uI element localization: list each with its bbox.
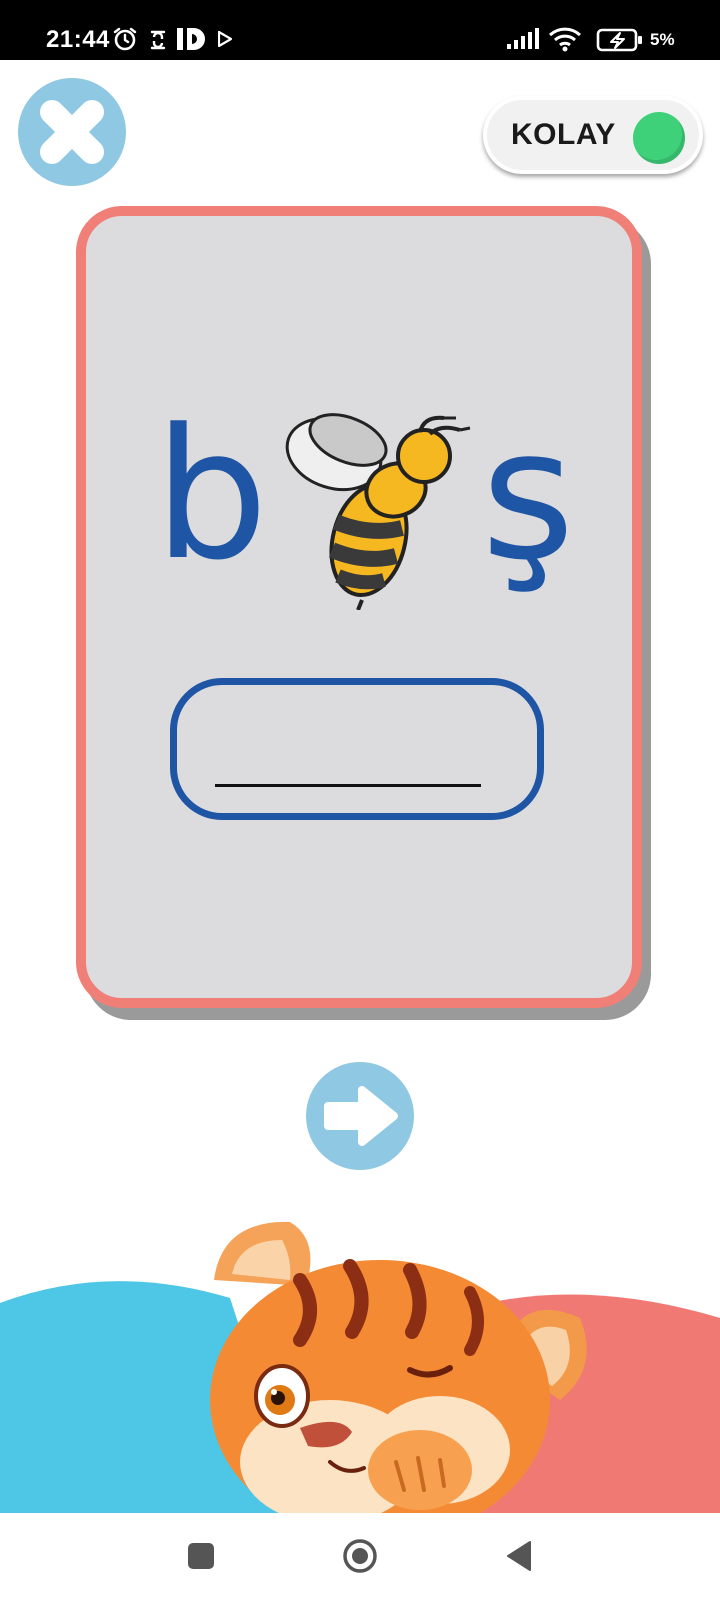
tiger-mascot (0, 1221, 720, 1513)
word-letter-s-cedilla: ş (481, 391, 575, 600)
word-card: b ş (76, 206, 642, 1008)
close-icon (40, 100, 104, 164)
id-app-icon (177, 28, 205, 50)
status-bar: 21:44 5% (0, 0, 720, 60)
next-button[interactable] (306, 1062, 414, 1170)
bee-icon (285, 413, 471, 610)
difficulty-toggle[interactable]: KOLAY (483, 96, 703, 174)
alarm-icon (113, 27, 137, 51)
difficulty-indicator (633, 112, 685, 164)
circle-home-icon[interactable] (335, 1531, 385, 1581)
battery-percent: 5% (650, 30, 675, 49)
arrow-right-icon (324, 1086, 398, 1146)
navigation-bar (0, 1513, 720, 1600)
wifi-icon (548, 27, 582, 52)
battery-charging-icon (596, 28, 642, 52)
close-button[interactable] (18, 78, 126, 186)
answer-underline (215, 784, 481, 787)
signal-icon (507, 28, 539, 49)
difficulty-label: KOLAY (511, 118, 616, 151)
back-triangle-icon[interactable] (494, 1531, 544, 1581)
word-letter-b: b (154, 391, 269, 600)
play-store-icon (218, 31, 232, 47)
bottom-decoration (0, 1200, 720, 1513)
square-icon[interactable] (176, 1531, 226, 1581)
status-time: 21:44 (46, 26, 110, 53)
sync-icon (150, 30, 166, 50)
answer-input[interactable] (170, 678, 544, 820)
